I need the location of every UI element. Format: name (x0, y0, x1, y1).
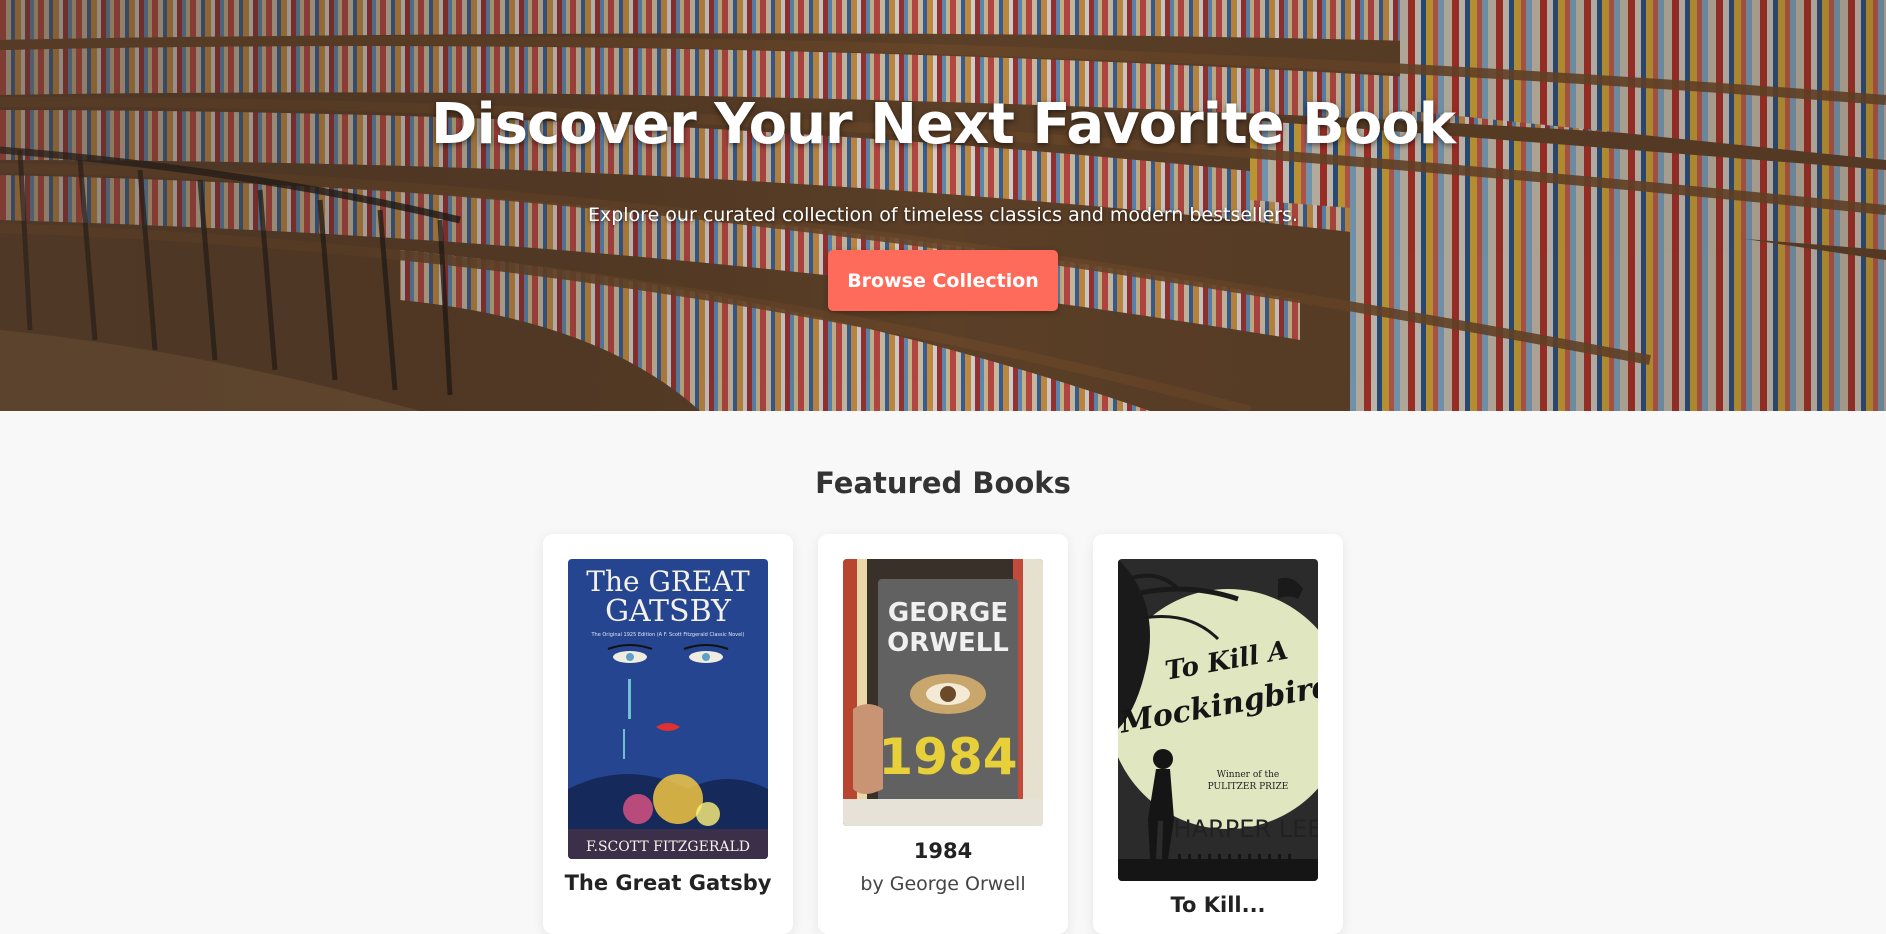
book-author-1984: by George Orwell (860, 873, 1026, 895)
mockingbird-cover-award-2: PULITZER PRIZE (1208, 782, 1289, 792)
gatsby-cover-author: F.SCOTT FITZGERALD (586, 839, 750, 855)
mockingbird-cover-art: To Kill A Mockingbird Winner of the PULI… (1118, 559, 1318, 881)
browse-collection-button[interactable]: Browse Collection (828, 250, 1058, 311)
book-title-1984[interactable]: 1984 (818, 839, 1068, 863)
mockingbird-cover-author: HARPER LEE (1174, 815, 1318, 843)
book-cover-great-gatsby[interactable]: The GREAT GATSBY The Original 1925 Editi… (568, 559, 768, 859)
great-gatsby-cover-art: The GREAT GATSBY The Original 1925 Editi… (568, 559, 768, 859)
hero-title: Discover Your Next Favorite Book (430, 92, 1456, 157)
book-card-to-kill-a-mockingbird[interactable]: To Kill A Mockingbird Winner of the PULI… (1093, 534, 1343, 934)
book-cover-1984[interactable]: GEORGE ORWELL 1984 (843, 559, 1043, 826)
book-cover-to-kill-a-mockingbird[interactable]: To Kill A Mockingbird Winner of the PULI… (1118, 559, 1318, 881)
1984-cover-art: GEORGE ORWELL 1984 (843, 559, 1043, 826)
book-title-great-gatsby[interactable]: The Great Gatsby (543, 871, 793, 895)
1984-cover-line2: ORWELL (887, 628, 1009, 658)
1984-cover-line1: GEORGE (888, 598, 1008, 628)
gatsby-cover-title-2: GATSBY (605, 594, 732, 629)
1984-cover-number: 1984 (878, 728, 1017, 786)
book-title-to-kill-a-mockingbird[interactable]: To Kill... (1093, 893, 1343, 917)
book-card-1984[interactable]: GEORGE ORWELL 1984 1984 by George Orwell (818, 534, 1068, 934)
featured-books-heading: Featured Books (815, 466, 1071, 500)
featured-books-list: The GREAT GATSBY The Original 1925 Editi… (543, 534, 1343, 934)
hero-content: Discover Your Next Favorite Book Explore… (0, 0, 1886, 411)
hero-banner: Discover Your Next Favorite Book Explore… (0, 0, 1886, 411)
book-card-great-gatsby[interactable]: The GREAT GATSBY The Original 1925 Editi… (543, 534, 793, 934)
gatsby-cover-tagline: The Original 1925 Edition (A F. Scott Fi… (590, 632, 744, 638)
hero-subtitle: Explore our curated collection of timele… (587, 204, 1299, 226)
mockingbird-cover-award-1: Winner of the (1217, 770, 1279, 780)
